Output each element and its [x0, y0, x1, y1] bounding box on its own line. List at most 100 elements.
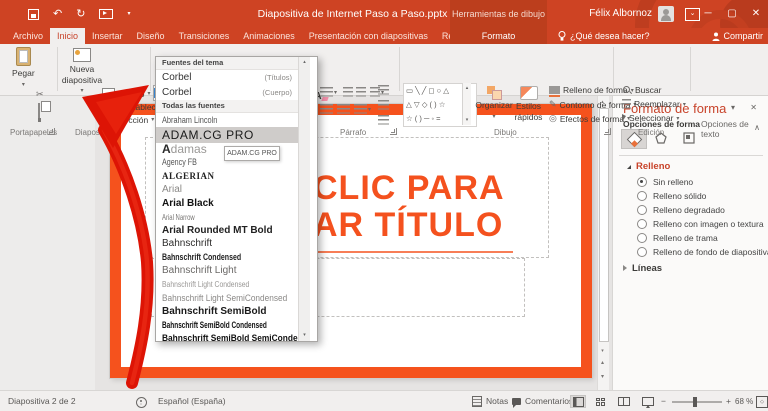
font-item[interactable]: Abraham Lincoln	[156, 113, 298, 127]
close-button[interactable]: ✕	[744, 0, 768, 28]
zoom-out-button[interactable]: −	[661, 391, 666, 411]
align-left-icon[interactable]	[320, 104, 333, 114]
numbered-list-icon[interactable]	[320, 87, 333, 97]
font-item-corbel-titulos[interactable]: Corbel (Títulos)	[156, 70, 298, 85]
tab-animaciones[interactable]: Animaciones	[236, 28, 302, 44]
increase-indent-icon[interactable]	[356, 87, 366, 97]
font-item[interactable]: Bahnschrift SemiBold	[156, 305, 298, 319]
decrease-indent-icon[interactable]	[343, 87, 353, 97]
accessibility-icon[interactable]	[136, 397, 147, 408]
zoom-slider-track[interactable]	[672, 401, 722, 403]
tab-presentacion[interactable]: Presentación con diapositivas	[302, 28, 435, 44]
font-item[interactable]: Bahnschrift Light	[156, 264, 298, 278]
shape-effects-button[interactable]: ◎ Efectos de forma ▾	[549, 113, 630, 124]
radio-icon[interactable]	[637, 247, 647, 257]
language-indicator[interactable]: Español (España)	[158, 391, 226, 411]
slide-indicator[interactable]: Diapositiva 2 de 2	[8, 391, 76, 411]
dropdown-scrollbar[interactable]: ▴ ▾	[298, 57, 310, 341]
tab-diseno[interactable]: Diseño	[130, 28, 172, 44]
dropdown-scroll-down-icon[interactable]: ▾	[299, 330, 310, 341]
replace-button[interactable]: Reemplazar ▾	[622, 99, 686, 109]
option-sin-relleno[interactable]: Sin relleno	[637, 177, 693, 187]
tell-me-box[interactable]: ¿Qué desea hacer?	[558, 28, 650, 44]
option-relleno-trama[interactable]: Relleno de trama	[637, 233, 718, 243]
convert-smartart-icon[interactable]	[378, 115, 389, 125]
zoom-in-button[interactable]: +	[726, 391, 731, 411]
customize-qat-icon[interactable]: ▾	[127, 11, 130, 17]
shapes-gallery-scrollbar[interactable]: ▴ ▾	[462, 83, 471, 125]
previous-slide-icon[interactable]: ▴	[598, 358, 607, 368]
tab-insertar[interactable]: Insertar	[85, 28, 130, 44]
minimize-button[interactable]: ─	[696, 0, 720, 28]
option-relleno-solido[interactable]: Relleno sólido	[637, 191, 706, 201]
start-slideshow-icon[interactable]	[99, 9, 114, 19]
option-relleno-degradado[interactable]: Relleno degradado	[637, 205, 725, 215]
paragraph-dialog-launcher[interactable]	[390, 128, 397, 135]
quick-styles-button[interactable]: Estilos rápidos	[512, 86, 545, 122]
font-item[interactable]: Arial Narrow	[156, 210, 298, 224]
comments-button[interactable]: Comentarios	[512, 391, 573, 411]
clipboard-dialog-launcher[interactable]	[48, 128, 55, 135]
paste-button[interactable]: Pegar ▾	[12, 47, 35, 88]
user-name[interactable]: Félix Albornoz	[589, 0, 652, 28]
size-properties-category-icon[interactable]	[677, 129, 701, 147]
layout-button[interactable]: Diseño ▾	[102, 88, 150, 99]
next-slide-icon[interactable]: ▾	[598, 372, 607, 382]
drawing-dialog-launcher[interactable]	[604, 128, 611, 135]
fill-section-header[interactable]: Relleno	[623, 161, 670, 172]
user-avatar[interactable]	[658, 6, 674, 22]
slideshow-view-button[interactable]	[640, 395, 656, 408]
paste-dropdown-arrow[interactable]: ▾	[22, 81, 25, 88]
radio-icon[interactable]	[637, 219, 647, 229]
scroll-down-icon[interactable]: ▾	[598, 346, 607, 356]
font-item[interactable]: Bahnschrift SemiBold Condensed	[156, 318, 298, 332]
pane-close-icon[interactable]: ✕	[750, 103, 757, 112]
zoom-level[interactable]: 68 %	[735, 391, 753, 411]
tab-inicio[interactable]: Inicio	[50, 28, 86, 44]
tab-transiciones[interactable]: Transiciones	[172, 28, 237, 44]
new-slide-dropdown-arrow[interactable]: ▾	[80, 87, 83, 94]
cut-icon[interactable]: ✂	[36, 89, 44, 100]
font-item[interactable]: Bahnschrift Light Condensed	[156, 278, 298, 292]
font-item[interactable]: Bahnschrift Light SemiCondensed	[156, 291, 298, 305]
columns-icon[interactable]	[354, 104, 367, 114]
radio-icon[interactable]	[637, 233, 647, 243]
redo-icon[interactable]: ↻	[76, 8, 85, 20]
radio-icon[interactable]	[637, 191, 647, 201]
pane-options-arrow-icon[interactable]: ▾	[731, 103, 735, 112]
radio-icon[interactable]	[637, 205, 647, 215]
font-item[interactable]: Bahnschrift SemiBold SemiConden	[156, 332, 298, 341]
option-relleno-fondo[interactable]: Relleno de fondo de diapositiva	[637, 247, 768, 257]
option-relleno-imagen[interactable]: Relleno con imagen o textura	[637, 219, 764, 229]
arrange-button[interactable]: Organizar ▾	[475, 86, 513, 120]
font-item[interactable]: Bahnschrift	[156, 237, 298, 251]
slide-sorter-view-button[interactable]	[592, 395, 608, 408]
text-direction-icon[interactable]	[378, 85, 389, 95]
tab-archivo[interactable]: Archivo	[6, 28, 50, 44]
notes-button[interactable]: Notas	[472, 391, 508, 411]
find-button[interactable]: Buscar	[622, 85, 661, 95]
collapse-ribbon-icon[interactable]: ∧	[750, 122, 764, 134]
shapes-scroll-down-icon[interactable]: ▾	[466, 117, 469, 123]
font-item[interactable]: Bahnschrift Condensed	[156, 251, 298, 265]
save-icon[interactable]	[28, 8, 39, 20]
tab-formato[interactable]: Formato	[450, 28, 547, 44]
scrollbar-thumb[interactable]	[599, 108, 609, 342]
font-item[interactable]: Arial Rounded MT Bold	[156, 224, 298, 238]
select-button[interactable]: Seleccionar ▾	[622, 113, 679, 123]
share-button[interactable]: Compartir	[712, 28, 763, 44]
font-item-corbel-cuerpo[interactable]: Corbel (Cuerpo)	[156, 85, 298, 100]
reading-view-button[interactable]	[616, 395, 632, 408]
slide-title-text[interactable]: CLIC PARA AR TÍTULO	[313, 170, 573, 244]
lines-section-header[interactable]: Líneas	[623, 263, 662, 274]
font-item-selected[interactable]: ADAM.CG PRO	[156, 126, 298, 143]
new-slide-button[interactable]: Nueva diapositiva ▾	[62, 48, 102, 94]
shapes-scroll-up-icon[interactable]: ▴	[466, 85, 469, 91]
normal-view-button[interactable]	[570, 395, 586, 408]
columns-arrow[interactable]: ▾	[368, 106, 371, 113]
font-item[interactable]: Arial Black	[156, 197, 298, 211]
undo-icon[interactable]: ↶	[53, 8, 62, 20]
align-text-icon[interactable]	[378, 100, 389, 110]
zoom-slider-thumb[interactable]	[693, 397, 697, 407]
font-item[interactable]: Arial	[156, 183, 298, 197]
